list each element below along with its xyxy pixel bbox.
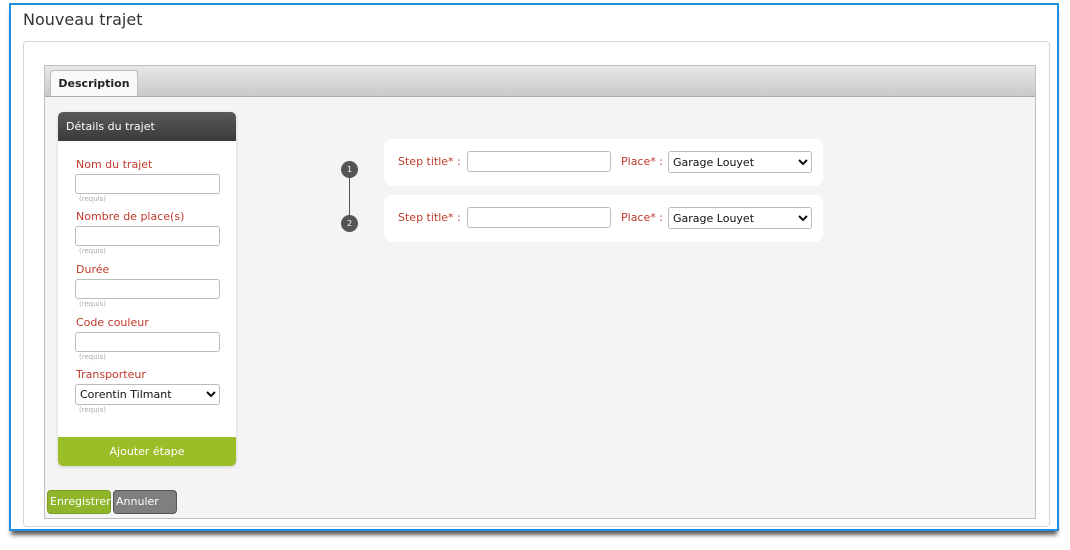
trip-details-card: Détails du trajet Nom du trajet (requis)… (58, 112, 236, 466)
step-title-input[interactable] (467, 151, 611, 172)
required-hint: (requis) (79, 300, 106, 308)
content-panel: Description Détails du trajet Nom du tra… (23, 41, 1050, 527)
step-title-input[interactable] (467, 207, 611, 228)
color-code-input[interactable] (75, 332, 220, 352)
step-title-label: Step title* : (398, 155, 461, 168)
step-row: Step title* : Place* : Garage Louyet (384, 195, 823, 242)
place-select[interactable]: Garage Louyet (668, 207, 812, 229)
seats-input[interactable] (75, 226, 220, 246)
duration-field: Durée (requis) (75, 263, 220, 308)
step-title-label: Step title* : (398, 211, 461, 224)
color-code-field: Code couleur (requis) (75, 316, 220, 361)
required-hint: (requis) (79, 247, 106, 255)
carrier-field: Transporteur Corentin Tilmant (requis) (75, 368, 220, 414)
page-title: Nouveau trajet (23, 10, 143, 29)
step-number-badge: 2 (341, 215, 358, 232)
color-code-label: Code couleur (76, 316, 149, 329)
app-window: Nouveau trajet Description Détails du tr… (9, 3, 1059, 531)
tab-bar: Description (45, 66, 1035, 97)
required-hint: (requis) (79, 353, 106, 361)
tab-description[interactable]: Description (50, 70, 138, 96)
seats-label: Nombre de place(s) (76, 210, 185, 223)
tab-panel: Description Détails du trajet Nom du tra… (44, 65, 1036, 519)
cancel-button[interactable]: Annuler (113, 490, 177, 514)
step-row: Step title* : Place* : Garage Louyet (384, 139, 823, 186)
place-select[interactable]: Garage Louyet (668, 151, 812, 173)
add-step-button[interactable]: Ajouter étape (58, 437, 236, 466)
step-number-badge: 1 (341, 161, 358, 178)
required-hint: (requis) (79, 406, 106, 414)
trip-name-input[interactable] (75, 174, 220, 194)
seats-field: Nombre de place(s) (requis) (75, 210, 220, 255)
card-title: Détails du trajet (58, 112, 236, 141)
trip-name-field: Nom du trajet (requis) (75, 158, 220, 203)
required-hint: (requis) (79, 195, 106, 203)
duration-label: Durée (76, 263, 110, 276)
duration-input[interactable] (75, 279, 220, 299)
place-label: Place* : (621, 155, 663, 168)
place-label: Place* : (621, 211, 663, 224)
carrier-select[interactable]: Corentin Tilmant (75, 384, 220, 405)
trip-name-label: Nom du trajet (76, 158, 153, 171)
carrier-label: Transporteur (76, 368, 146, 381)
save-button[interactable]: Enregistrer (47, 490, 111, 514)
